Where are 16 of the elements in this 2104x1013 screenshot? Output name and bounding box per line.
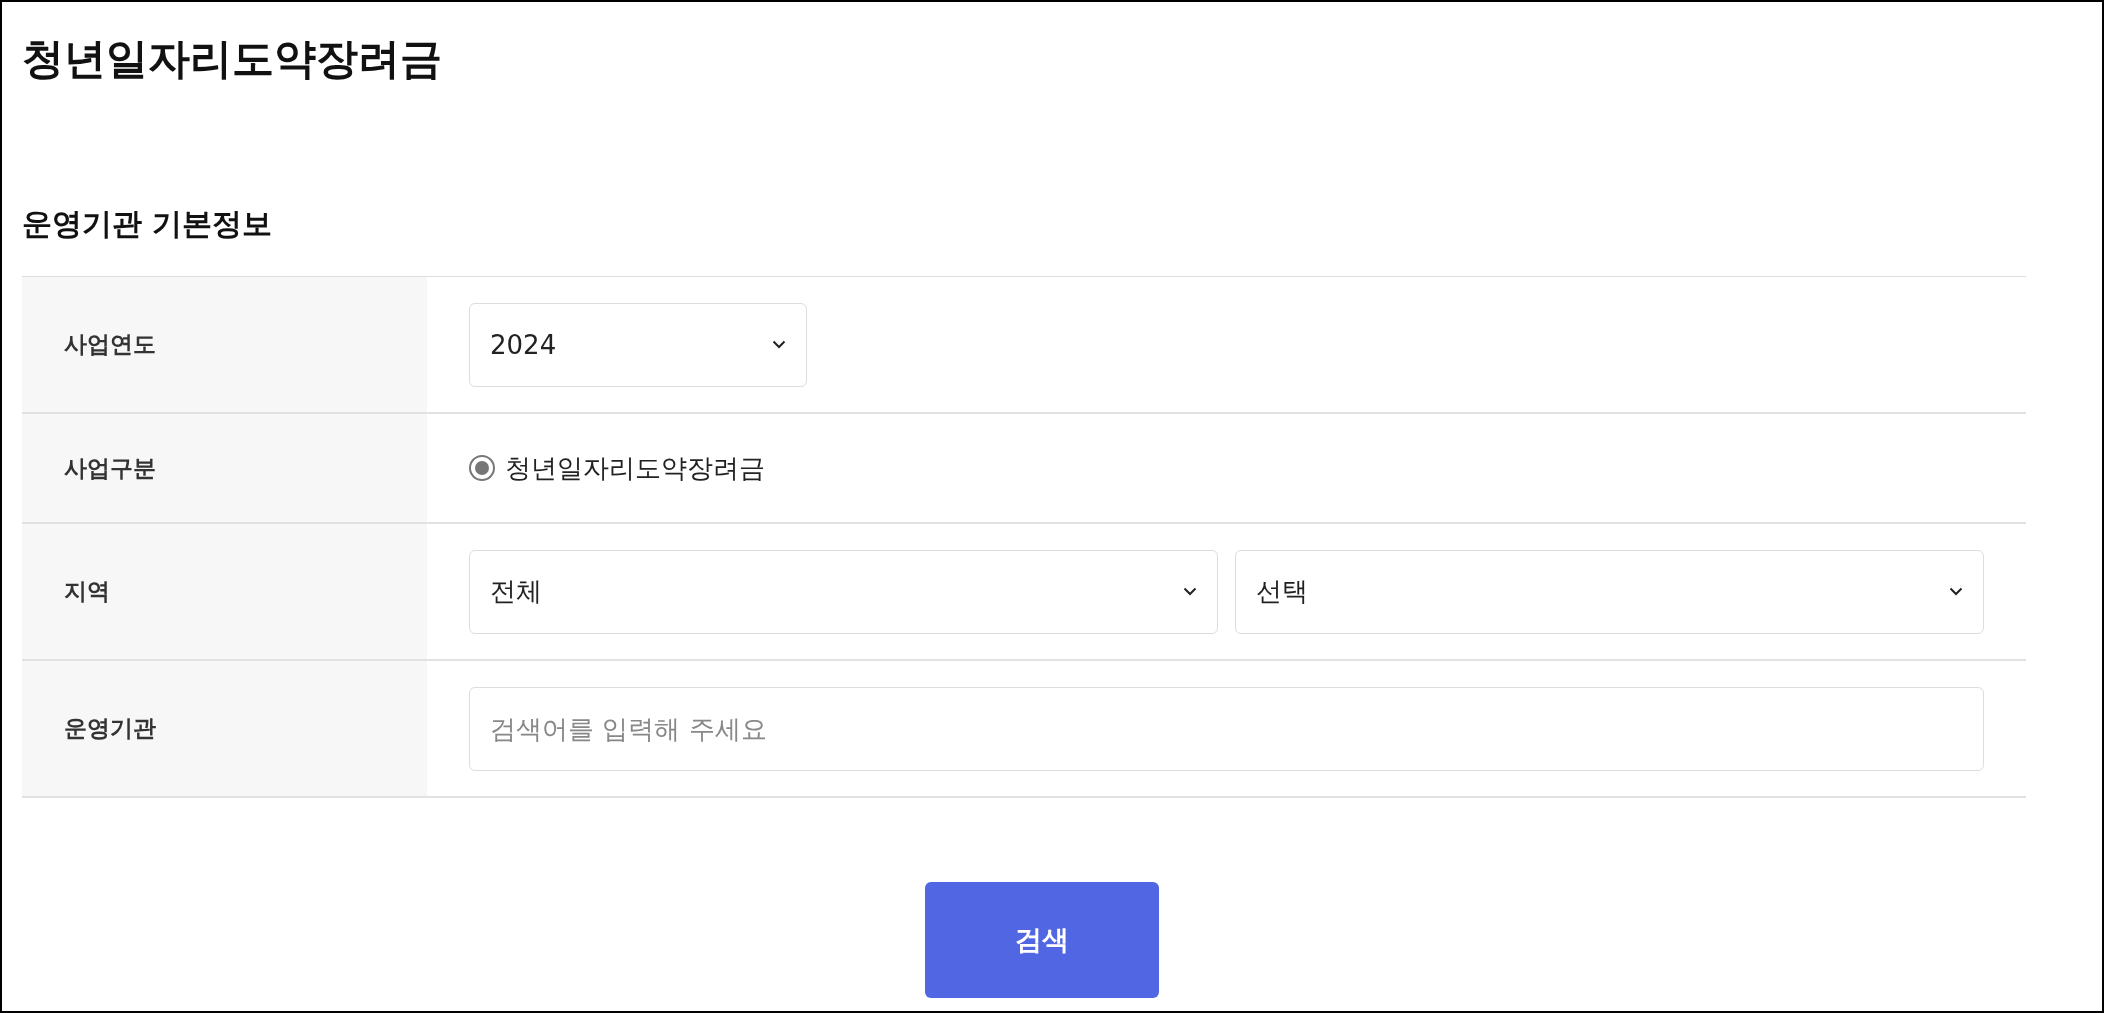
dropdown[interactable]: 선택 <box>1235 549 1984 634</box>
field-label: 사업연도 <box>22 277 427 412</box>
field-label: 운영기관 <box>22 661 427 796</box>
section-title: 운영기관 기본정보 <box>22 205 274 243</box>
page-title: 청년일자리도약장려금 <box>22 33 443 85</box>
field-label: 사업구분 <box>22 414 427 522</box>
search-input-field[interactable]: 검색어를 입력해 주세요 <box>469 686 1984 771</box>
search-button[interactable]: 검색 <box>924 882 1159 998</box>
dropdown[interactable]: 2024 <box>469 302 807 387</box>
radio-button[interactable] <box>469 455 495 481</box>
field-label: 지역 <box>22 524 427 659</box>
chevron-down-icon <box>1183 587 1197 596</box>
chevron-down-icon <box>1949 587 1963 596</box>
chevron-down-icon <box>772 340 786 349</box>
dropdown[interactable]: 전체 <box>469 549 1218 634</box>
radio-label[interactable]: 청년일자리도약장려금 <box>505 450 765 486</box>
